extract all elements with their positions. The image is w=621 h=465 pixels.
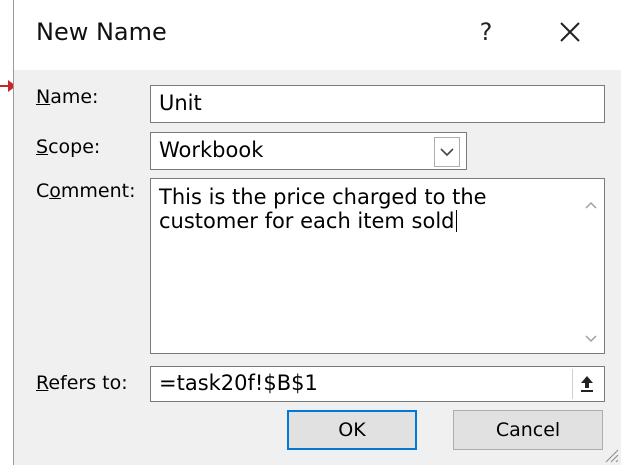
name-label-mnemonic: N [36, 86, 51, 108]
help-button[interactable]: ? [466, 10, 506, 54]
name-input-value: Unit [159, 91, 202, 115]
scope-selected-value: Workbook [159, 138, 264, 162]
refers-to-label-rest: efers to: [48, 372, 128, 394]
scope-dropdown[interactable]: Workbook [150, 132, 467, 170]
name-label-rest: ame: [50, 86, 99, 108]
cancel-button[interactable]: Cancel [453, 410, 603, 450]
name-label: Name: [36, 86, 98, 108]
comment-line-2: customer for each item sold [159, 209, 487, 233]
scope-dropdown-button[interactable] [434, 137, 460, 167]
resize-grip-icon[interactable] [601, 445, 619, 463]
name-input[interactable]: Unit [150, 85, 605, 123]
comment-text: This is the price charged to the custome… [159, 185, 487, 233]
scope-label-rest: cope: [48, 136, 101, 158]
comment-label-prefix: C [36, 180, 50, 202]
refers-to-value: =task20f!$B$1 [159, 371, 318, 395]
refers-to-label: Refers to: [36, 372, 128, 394]
scroll-down-button[interactable] [582, 327, 600, 343]
text-caret [455, 210, 457, 232]
collapse-dialog-icon [581, 376, 593, 392]
collapse-dialog-button[interactable] [572, 369, 602, 399]
scroll-down-arrow-icon [585, 335, 597, 343]
refers-to-label-mnemonic: R [36, 372, 49, 394]
comment-line-1: This is the price charged to the [159, 185, 487, 209]
scope-label-mnemonic: S [36, 136, 49, 158]
close-button[interactable] [542, 10, 598, 54]
scroll-up-button[interactable] [582, 193, 600, 209]
chevron-down-icon [440, 148, 454, 157]
comment-label: Comment: [36, 180, 136, 202]
ok-button[interactable]: OK [287, 410, 417, 450]
scope-label: Scope: [36, 136, 100, 158]
close-icon [560, 22, 580, 42]
comment-textarea[interactable]: This is the price charged to the custome… [150, 178, 605, 354]
comment-label-rest: mment: [60, 180, 136, 202]
title-bar: New Name ? [14, 0, 621, 70]
comment-line-2-text: customer for each item sold [159, 209, 455, 233]
refers-to-input[interactable]: =task20f!$B$1 [150, 366, 605, 402]
new-name-dialog: New Name ? Name: Unit Scope: Workbook Co… [13, 0, 621, 465]
comment-label-mnemonic: o [49, 180, 61, 202]
scroll-up-arrow-icon [585, 201, 597, 209]
comment-scrollbar[interactable] [578, 179, 604, 353]
dialog-title: New Name [36, 18, 167, 46]
